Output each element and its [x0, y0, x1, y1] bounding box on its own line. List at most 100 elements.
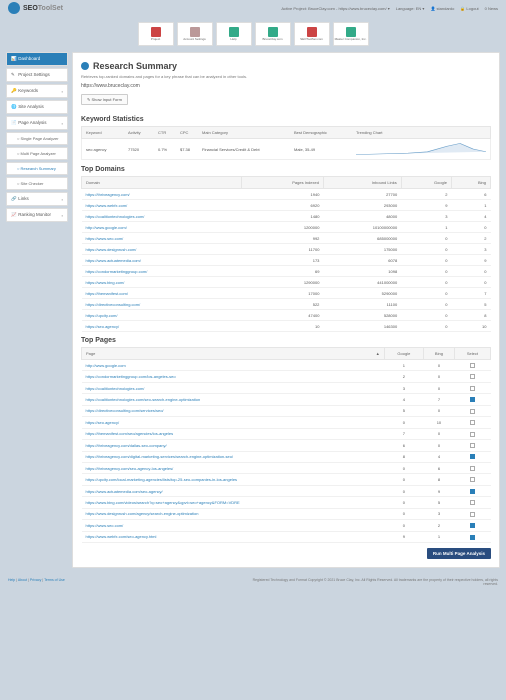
sidebar-sub-site-checker[interactable]: ○ Site Checker: [6, 177, 68, 190]
page-link[interactable]: https://directiveconsulting.com/services…: [86, 408, 164, 413]
sidebar-sub-single-page-analyzer[interactable]: ○ Single Page Analyzer: [6, 132, 68, 145]
domain-col[interactable]: Inbound Links: [323, 177, 401, 189]
domain-link[interactable]: https://www.designrush.com/: [86, 247, 137, 252]
page-link[interactable]: http://www.google.com: [86, 363, 126, 368]
sidebar-item-keywords[interactable]: 🔑 Keywords▪: [6, 84, 68, 98]
sidebar-item-label: Site Analysis: [18, 104, 44, 109]
page-link[interactable]: https://thriveagency.com/seo-agency-los-…: [86, 466, 174, 471]
expand-icon[interactable]: ▪: [62, 89, 63, 94]
page-col[interactable]: Google: [384, 348, 423, 360]
domain-link[interactable]: http://www.google.com/: [86, 225, 127, 230]
sidebar-item-dashboard[interactable]: 📊 Dashboard: [6, 52, 68, 66]
page-link[interactable]: https://thriveagency.com/digital-marketi…: [86, 454, 234, 459]
domain-link[interactable]: https://directiveconsulting.com/: [86, 302, 141, 307]
select-checkbox[interactable]: [470, 454, 475, 459]
domain-link[interactable]: https://condormarketinggroup.com/: [86, 269, 148, 274]
domain-link[interactable]: https://www.bing.com/: [86, 280, 125, 285]
domain-col[interactable]: Domain: [82, 177, 242, 189]
toolbar-seotoolset-button[interactable]: SEOToolSet.com: [294, 22, 330, 46]
page-col[interactable]: Page ▲: [82, 348, 385, 360]
select-checkbox[interactable]: [470, 523, 475, 528]
page-col[interactable]: Select: [454, 348, 490, 360]
page-link[interactable]: https://www.actuatemedia.com/seo-agency/: [86, 489, 163, 494]
select-checkbox[interactable]: [470, 420, 475, 425]
pages-indexed: 1480: [242, 211, 324, 222]
toolbar-project-button[interactable]: Project: [138, 22, 174, 46]
user-menu[interactable]: 👤 standardo: [430, 6, 454, 11]
domain-col[interactable]: Pages Indexed: [242, 177, 324, 189]
footer-link-help[interactable]: Help: [8, 578, 15, 582]
ks-keyword: seo agency: [86, 147, 126, 152]
sidebar-item-site-analysis[interactable]: 🌐 Site Analysis: [6, 100, 68, 114]
show-input-form-button[interactable]: ✎ Show Input Form: [81, 94, 128, 105]
sidebar-sub-multi-page-analyzer[interactable]: ○ Multi Page Analyzer: [6, 147, 68, 160]
sidebar-item-ranking-monitor[interactable]: 📈 Ranking Monitor▪: [6, 208, 68, 222]
domain-row: https://coalitiontechnologies.com/148048…: [82, 211, 491, 222]
domain-row: https://thriveagency.com/19402770026: [82, 189, 491, 200]
domain-row: http://www.google.com/120000010100000000…: [82, 222, 491, 233]
footer-link-privacy[interactable]: Privacy: [30, 578, 41, 582]
select-checkbox[interactable]: [470, 386, 475, 391]
page-link[interactable]: https://coalitiontechnologies.com/: [86, 386, 145, 391]
sidebar-item-page-analysis[interactable]: 📄 Page Analysis▪: [6, 116, 68, 130]
page-col[interactable]: Bing: [424, 348, 455, 360]
expand-icon[interactable]: ▪: [62, 213, 63, 218]
toolbar-bruceclay-button[interactable]: BruceClay.com: [255, 22, 291, 46]
page-link[interactable]: https://www.designrush.com/agency/search…: [86, 511, 199, 516]
page-link[interactable]: https://www.webfx.com/seo-agency.html: [86, 534, 157, 539]
select-checkbox[interactable]: [470, 512, 475, 517]
page-row: https://www.bing.com/videos/search?q=seo…: [82, 497, 491, 508]
inbound-links: 441000000: [323, 277, 401, 288]
logout-link[interactable]: 🔒 Logout: [460, 6, 478, 11]
domain-link[interactable]: https://coalitiontechnologies.com/: [86, 214, 145, 219]
select-checkbox[interactable]: [470, 443, 475, 448]
page-link[interactable]: https://www.seo.com/: [86, 523, 124, 528]
domain-link[interactable]: https://www.actuatemedia.com/: [86, 258, 141, 263]
page-link[interactable]: https://condormarketinggroup.com/los-ang…: [86, 374, 176, 379]
domain-col[interactable]: Bing: [451, 177, 490, 189]
logo[interactable]: SEOToolSet: [8, 2, 63, 14]
select-checkbox[interactable]: [470, 397, 475, 402]
toolbar-account-button[interactable]: Account Settings: [177, 22, 213, 46]
expand-icon[interactable]: ▪: [62, 197, 63, 202]
bing-rank: 8: [451, 310, 490, 321]
select-checkbox[interactable]: [470, 432, 475, 437]
run-multi-page-analysis-button[interactable]: Run Multi Page Analysis: [427, 548, 491, 559]
domain-link[interactable]: https://www.seo.com/: [86, 236, 124, 241]
domain-link[interactable]: https://www.webfx.com/: [86, 203, 128, 208]
page-link[interactable]: https://www.bing.com/videos/search?q=seo…: [86, 500, 240, 505]
select-checkbox[interactable]: [470, 409, 475, 414]
select-checkbox[interactable]: [470, 500, 475, 505]
domain-link[interactable]: https://seo.agency/: [86, 324, 120, 329]
select-checkbox[interactable]: [470, 477, 475, 482]
select-checkbox[interactable]: [470, 535, 475, 540]
select-checkbox[interactable]: [470, 374, 475, 379]
toolbar-help-button[interactable]: Help: [216, 22, 252, 46]
domain-link[interactable]: https://upcity.com/: [86, 313, 118, 318]
sidebar-item-links[interactable]: 🔗 Links▪: [6, 192, 68, 206]
page-link[interactable]: https://upcity.com/local-marketing-agenc…: [86, 477, 238, 482]
domain-col[interactable]: Google: [401, 177, 451, 189]
page-link[interactable]: https://thriveagency.com/dallas-seo-comp…: [86, 443, 167, 448]
sidebar-item-project-settings[interactable]: ✎ Project Settings: [6, 68, 68, 82]
domain-link[interactable]: https://thriveagency.com/: [86, 192, 130, 197]
domain-link[interactable]: https://themanifest.com/: [86, 291, 128, 296]
google-rank: 8: [384, 451, 423, 462]
page-link[interactable]: https://seo.agency/: [86, 420, 120, 425]
ks-demo: Male, 35-49: [294, 147, 354, 152]
bing-rank: 9: [451, 255, 490, 266]
sidebar-sub-research-summary[interactable]: ○ Research Summary: [6, 162, 68, 175]
language-select[interactable]: Language: EN ▾: [396, 6, 425, 11]
page-link[interactable]: https://themanifest.com/seo/agencies/los…: [86, 431, 174, 436]
select-checkbox[interactable]: [470, 489, 475, 494]
select-checkbox[interactable]: [470, 466, 475, 471]
news-badge[interactable]: 0 News: [485, 6, 498, 11]
footer-link-terms-of-use[interactable]: Terms of Use: [44, 578, 65, 582]
footer-link-about[interactable]: About: [18, 578, 27, 582]
active-project[interactable]: Active Project: BruceClay.com - https://…: [281, 6, 389, 11]
toolbar-master-button[interactable]: Master Companion, Inc.: [333, 22, 369, 46]
page-link[interactable]: https://coalitiontechnologies.com/seo-se…: [86, 397, 201, 402]
expand-icon[interactable]: ▪: [62, 121, 63, 126]
footer-copyright: Registered Technology and Format Copyrig…: [238, 578, 498, 586]
select-checkbox[interactable]: [470, 363, 475, 368]
